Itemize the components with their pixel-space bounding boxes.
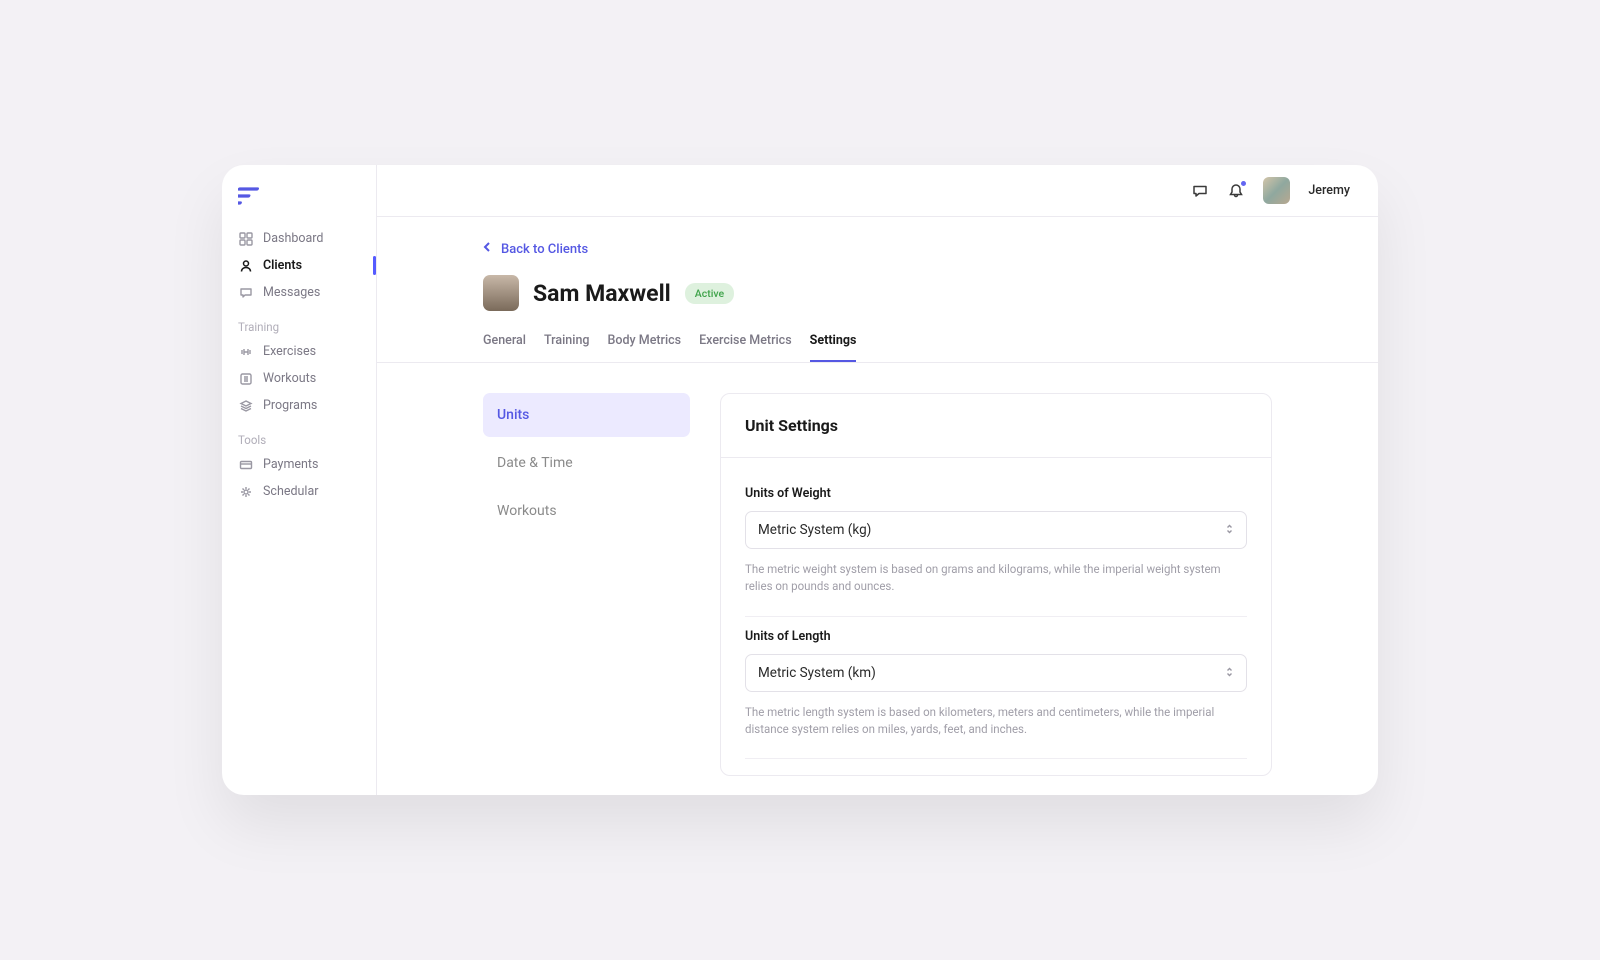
avatar[interactable] [1263, 177, 1290, 204]
sidebar-item-label: Workouts [263, 371, 316, 386]
tab-settings[interactable]: Settings [810, 333, 857, 362]
sidebar-item-label: Clients [263, 258, 302, 273]
weight-select[interactable]: Metric System (kg) [745, 511, 1247, 549]
settings-body: Units Date & Time Workouts Unit Settings… [483, 393, 1272, 776]
tabs: General Training Body Metrics Exercise M… [483, 333, 1272, 363]
client-name: Sam Maxwell [533, 280, 671, 307]
client-header: Sam Maxwell Active [483, 275, 1272, 311]
list-icon [238, 371, 253, 386]
notifications-button[interactable] [1227, 182, 1245, 200]
sidebar-item-messages[interactable]: Messages [222, 279, 376, 306]
client-avatar [483, 275, 519, 311]
weight-label: Units of Weight [745, 486, 1247, 501]
length-select[interactable]: Metric System (km) [745, 654, 1247, 692]
nav-section-tools: Tools [222, 419, 376, 451]
panel-body: Units of Weight Metric System (kg) The m… [721, 458, 1271, 775]
field-units-weight: Units of Weight Metric System (kg) The m… [745, 474, 1247, 617]
chat-button[interactable] [1191, 182, 1209, 200]
settings-nav-workouts[interactable]: Workouts [483, 489, 690, 533]
select-caret-icon [1225, 523, 1234, 537]
weight-select-value: Metric System (kg) [758, 522, 871, 538]
chevron-left-icon [483, 241, 491, 257]
sidebar-item-label: Exercises [263, 344, 316, 359]
sidebar-item-label: Schedular [263, 484, 319, 499]
notification-dot-icon [1240, 180, 1247, 187]
tab-body-metrics[interactable]: Body Metrics [608, 333, 682, 362]
tab-exercise-metrics[interactable]: Exercise Metrics [699, 333, 792, 362]
layers-icon [238, 398, 253, 413]
chat-icon [238, 285, 253, 300]
select-caret-icon [1225, 666, 1234, 680]
sidebar-item-label: Programs [263, 398, 317, 413]
back-to-clients-link[interactable]: Back to Clients [483, 241, 1272, 257]
tabs-divider [377, 362, 1378, 363]
app-window: Dashboard Clients Messages Training Exer… [222, 165, 1378, 795]
length-label: Units of Length [745, 629, 1247, 644]
back-label: Back to Clients [501, 242, 588, 257]
sidebar-item-workouts[interactable]: Workouts [222, 365, 376, 392]
sidebar-item-programs[interactable]: Programs [222, 392, 376, 419]
dumbbell-icon [238, 344, 253, 359]
settings-nav-datetime[interactable]: Date & Time [483, 441, 690, 485]
length-select-value: Metric System (km) [758, 665, 876, 681]
sidebar-item-label: Payments [263, 457, 318, 472]
card-icon [238, 457, 253, 472]
weight-help: The metric weight system is based on gra… [745, 561, 1247, 596]
content: Back to Clients Sam Maxwell Active Gener… [377, 217, 1378, 795]
settings-panel: Unit Settings Units of Weight Metric Sys… [720, 393, 1272, 776]
field-units-length: Units of Length Metric System (km) The m… [745, 617, 1247, 760]
panel-title: Unit Settings [745, 416, 1247, 435]
sidebar-item-clients[interactable]: Clients [222, 252, 376, 279]
scheduler-icon [238, 484, 253, 499]
settings-nav-units[interactable]: Units [483, 393, 690, 437]
username-label: Jeremy [1308, 183, 1350, 198]
sidebar: Dashboard Clients Messages Training Exer… [222, 165, 377, 795]
status-badge: Active [685, 283, 734, 304]
sidebar-item-schedular[interactable]: Schedular [222, 478, 376, 505]
length-help: The metric length system is based on kil… [745, 704, 1247, 739]
user-icon [238, 258, 253, 273]
main: Jeremy Back to Clients Sam Maxwell Activ… [377, 165, 1378, 795]
sidebar-item-label: Messages [263, 285, 320, 300]
sidebar-item-dashboard[interactable]: Dashboard [222, 225, 376, 252]
sidebar-item-label: Dashboard [263, 231, 323, 246]
sidebar-item-exercises[interactable]: Exercises [222, 338, 376, 365]
grid-icon [238, 231, 253, 246]
tab-training[interactable]: Training [544, 333, 590, 362]
sidebar-item-payments[interactable]: Payments [222, 451, 376, 478]
logo [238, 187, 376, 205]
panel-header: Unit Settings [721, 394, 1271, 458]
topbar: Jeremy [377, 165, 1378, 217]
nav-section-training: Training [222, 306, 376, 338]
tab-general[interactable]: General [483, 333, 526, 362]
settings-nav: Units Date & Time Workouts [483, 393, 690, 776]
